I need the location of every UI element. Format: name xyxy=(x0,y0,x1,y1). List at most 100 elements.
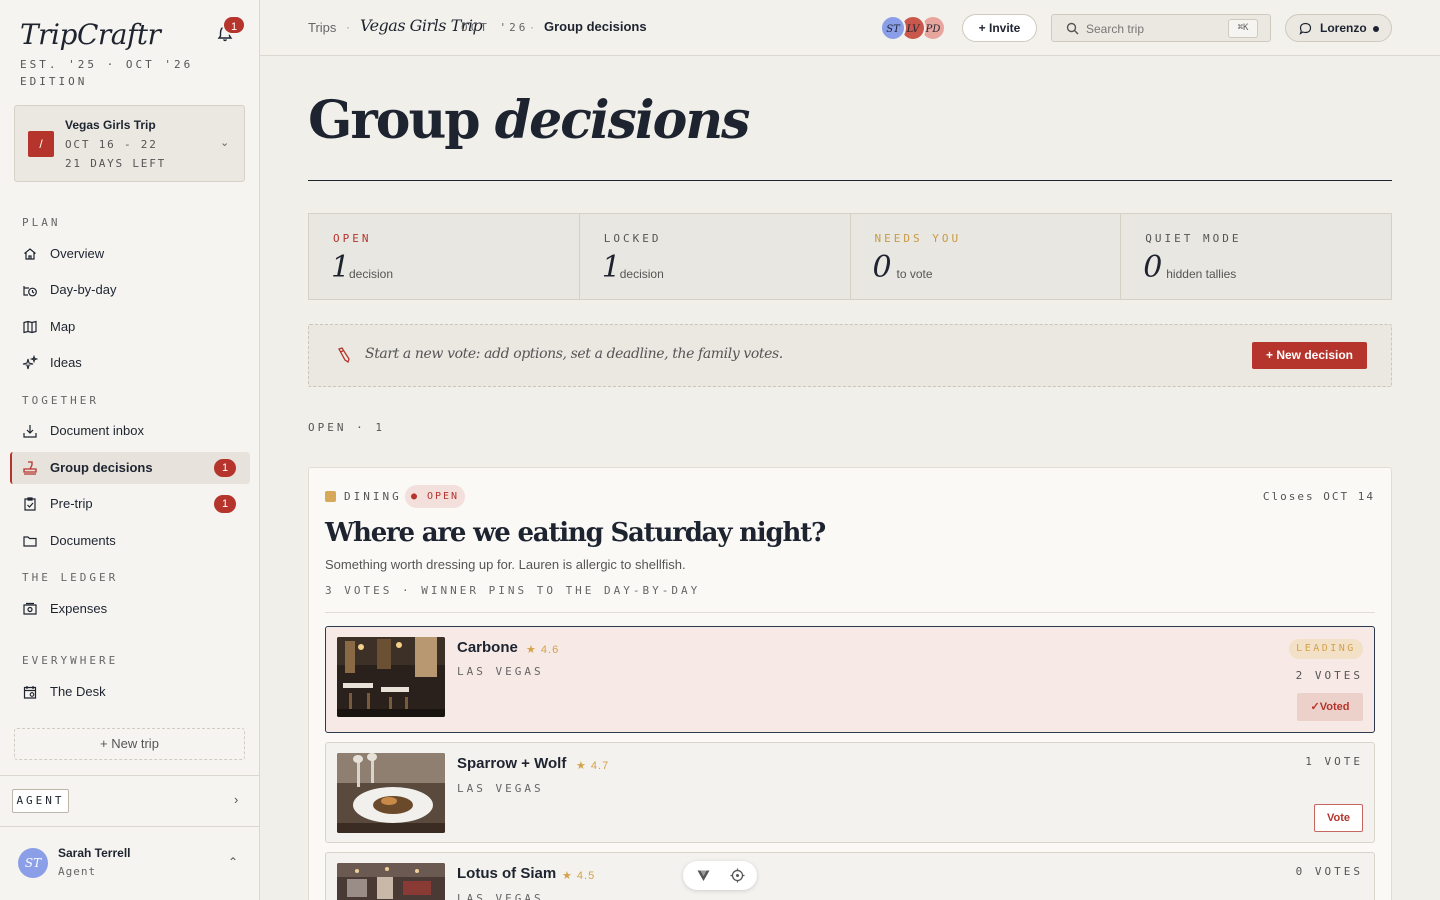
sidebar-badge: 1 xyxy=(214,495,236,513)
sidebar: TripCraftr EST. '25 · OCT '26 EDITION 1 … xyxy=(0,0,260,900)
search-icon xyxy=(1066,22,1079,35)
decision-question: Where are we eating Saturday night? xyxy=(325,518,826,548)
sparkles-icon xyxy=(22,355,38,370)
search-box: ⌘K xyxy=(1051,14,1271,42)
option-city: LAS VEGAS xyxy=(457,892,544,900)
user-menu-button[interactable]: Lorenzo xyxy=(1285,14,1392,42)
restaurant-photo xyxy=(337,753,445,833)
sidebar-item-group-decisions[interactable]: Group decisions 1 xyxy=(10,452,250,484)
stat-quiet-mode[interactable]: QUIET MODE 0 hidden tallies xyxy=(1121,214,1391,299)
option-votes: 1 VOTE xyxy=(1305,755,1363,768)
stat-value: 0 xyxy=(1143,250,1163,285)
search-input[interactable] xyxy=(1086,20,1226,38)
new-decision-button[interactable]: + New decision xyxy=(1252,342,1367,369)
stat-label: LOCKED xyxy=(603,232,662,245)
stat-open[interactable]: OPEN 1 decision xyxy=(309,214,580,299)
status-badge: ● OPEN xyxy=(405,485,465,508)
trip-switcher[interactable]: / Vegas Girls Trip OCT 16 - 22 21 DAYS L… xyxy=(14,105,245,182)
nav-section-ledger: THE LEDGER xyxy=(22,571,119,584)
brand-logo[interactable]: TripCraftr xyxy=(20,18,161,51)
vee-logo-icon[interactable] xyxy=(696,868,711,883)
section-heading-open: OPEN · 1 xyxy=(308,421,385,434)
new-vote-banner: Start a new vote: add options, set a dea… xyxy=(308,324,1392,387)
option-rating: ★ 4.6 xyxy=(526,644,560,656)
sidebar-item-label: Group decisions xyxy=(50,460,153,475)
chat-bubble-icon xyxy=(1299,22,1312,35)
avatar[interactable]: ST xyxy=(18,848,48,878)
calendar-icon xyxy=(23,686,37,699)
sidebar-item-label: Ideas xyxy=(50,355,82,370)
home-icon xyxy=(24,248,36,260)
breadcrumb-current: Group decisions xyxy=(544,19,647,34)
sidebar-item-ideas[interactable]: Ideas xyxy=(10,347,250,379)
nav-section-everywhere: EVERYWHERE xyxy=(22,654,119,667)
option-city: LAS VEGAS xyxy=(457,665,544,678)
stat-label: OPEN xyxy=(333,232,372,245)
vote-button[interactable]: Vote xyxy=(1314,804,1363,832)
new-trip-button[interactable]: + New trip xyxy=(14,728,245,760)
breadcrumb-date: OCT '26 xyxy=(461,21,529,34)
stat-text: hidden tallies xyxy=(1166,267,1237,281)
crosshair-icon[interactable] xyxy=(730,868,745,883)
option-name: Lotus of Siam xyxy=(457,865,557,882)
trip-name: Vegas Girls Trip xyxy=(65,118,156,132)
sidebar-item-label: Day-by-day xyxy=(50,282,117,297)
stat-value: 1 xyxy=(331,250,351,285)
breadcrumb-separator: · xyxy=(346,20,350,34)
stat-label: QUIET MODE xyxy=(1145,232,1242,245)
option-name: Sparrow + Wolf xyxy=(457,755,567,772)
agent-toggle[interactable]: AGENT xyxy=(12,789,69,813)
stat-value: 1 xyxy=(601,250,621,285)
calendar-clock-icon xyxy=(23,286,37,297)
sidebar-divider xyxy=(0,775,259,776)
stat-needs-you[interactable]: NEEDS YOU 0 to vote xyxy=(851,214,1122,299)
option-rating: ★ 4.5 xyxy=(562,870,596,882)
nav-section-plan: PLAN xyxy=(22,216,61,229)
sidebar-item-label: Expenses xyxy=(50,601,108,616)
keyboard-shortcut: ⌘K xyxy=(1228,19,1258,38)
closes-date: Closes OCT 14 xyxy=(1262,490,1375,503)
sidebar-item-expenses[interactable]: Expenses xyxy=(10,593,250,625)
stat-text: decision xyxy=(619,267,664,281)
sidebar-item-overview[interactable]: Overview xyxy=(10,238,250,270)
chevron-up-icon[interactable]: ⌃ xyxy=(228,855,238,869)
option-sparrow-wolf[interactable]: Sparrow + Wolf ★ 4.7 LAS VEGAS 1 VOTE Vo… xyxy=(325,742,1375,843)
decision-meta: 3 VOTES · WINNER PINS TO THE DAY-BY-DAY xyxy=(325,584,701,597)
invite-button[interactable]: + Invite xyxy=(962,14,1037,42)
breadcrumb-trips[interactable]: Trips xyxy=(308,20,336,35)
wallet-icon xyxy=(23,602,37,615)
map-icon xyxy=(23,320,37,334)
stat-value: 0 xyxy=(872,250,892,285)
vote-stamp-icon xyxy=(23,461,37,475)
option-lotus-of-siam[interactable]: Lotus of Siam ★ 4.5 LAS VEGAS 0 VOTES xyxy=(325,852,1375,900)
avatar[interactable]: ST xyxy=(880,15,906,41)
sidebar-item-document-inbox[interactable]: Document inbox xyxy=(10,415,250,447)
folder-icon xyxy=(23,536,37,547)
category-label: DINING xyxy=(344,490,402,503)
page-title: Group decisions xyxy=(308,90,750,151)
stat-locked[interactable]: LOCKED 1 decision xyxy=(580,214,851,299)
sidebar-item-documents[interactable]: Documents xyxy=(10,525,250,557)
option-name: Carbone xyxy=(457,639,518,656)
category-swatch xyxy=(325,491,336,502)
option-votes: 0 VOTES xyxy=(1295,865,1363,878)
card-divider xyxy=(325,612,1375,613)
sidebar-divider xyxy=(0,826,259,827)
stats-strip: OPEN 1 decision LOCKED 1 decision NEEDS … xyxy=(308,213,1392,300)
voted-button[interactable]: ✓Voted xyxy=(1297,693,1363,721)
title-divider xyxy=(308,180,1392,181)
chevron-right-icon[interactable]: › xyxy=(234,792,238,807)
decision-description: Something worth dressing up for. Lauren … xyxy=(325,557,686,572)
option-carbone[interactable]: Carbone ★ 4.6 LAS VEGAS LEADING 2 VOTES … xyxy=(325,626,1375,733)
pencil-icon xyxy=(338,347,350,364)
sidebar-item-the-desk[interactable]: The Desk xyxy=(10,676,250,708)
sidebar-item-day-by-day[interactable]: Day-by-day xyxy=(10,274,250,306)
sidebar-item-pre-trip[interactable]: Pre-trip 1 xyxy=(10,488,250,520)
page-title-plain: Group xyxy=(308,90,495,151)
decision-card: DINING ● OPEN Closes OCT 14 Where are we… xyxy=(308,467,1392,900)
trip-dates: OCT 16 - 22 xyxy=(65,138,158,151)
restaurant-photo xyxy=(337,637,445,717)
sidebar-item-label: Map xyxy=(50,319,76,334)
sidebar-item-map[interactable]: Map xyxy=(10,311,250,343)
chevron-down-icon: ⌄ xyxy=(220,137,230,149)
